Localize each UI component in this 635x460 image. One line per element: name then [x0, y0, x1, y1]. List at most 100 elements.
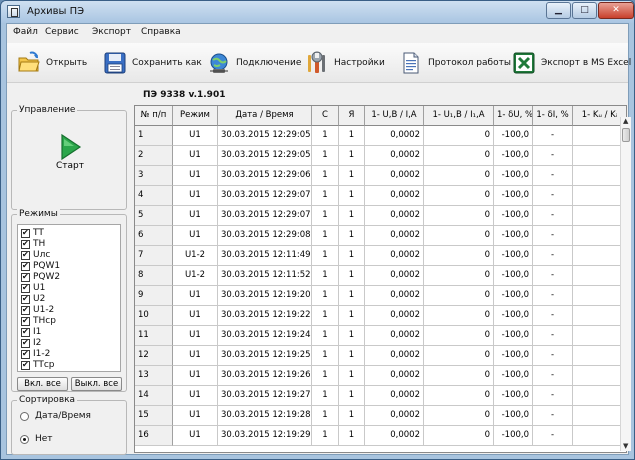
table-cell[interactable]: 0 [424, 206, 494, 226]
minimize-button[interactable]: ▁ [546, 2, 571, 19]
table-cell[interactable]: U1 [173, 326, 218, 346]
table-cell[interactable]: 1 [339, 206, 365, 226]
mode-item[interactable]: U1 [21, 283, 45, 293]
mode-checkbox[interactable] [21, 261, 30, 271]
table-cell[interactable]: 30.03.2015 12:19:27 [218, 386, 312, 406]
table-cell[interactable]: 0,0002 [365, 346, 424, 366]
table-cell[interactable]: 30.03.2015 12:11:52 [218, 266, 312, 286]
table-cell[interactable]: 1 [339, 146, 365, 166]
table-cell[interactable]: 30.03.2015 12:19:24 [218, 326, 312, 346]
table-cell[interactable]: - [533, 186, 573, 206]
table-cell[interactable]: U1 [173, 426, 218, 446]
table-cell[interactable]: 0 [424, 166, 494, 186]
title-bar[interactable]: Архивы ПЭ ▁ □ ✕ [1, 1, 634, 23]
table-cell[interactable]: -100,0 [494, 146, 533, 166]
table-cell[interactable]: - [533, 426, 573, 446]
table-cell[interactable]: -100,0 [494, 286, 533, 306]
table-cell[interactable]: 0 [424, 146, 494, 166]
table-cell[interactable]: U1-2 [173, 246, 218, 266]
mode-checkbox[interactable] [21, 305, 30, 315]
table-cell[interactable]: 30.03.2015 12:29:07 [218, 186, 312, 206]
table-cell[interactable]: U1 [173, 146, 218, 166]
mode-checkbox[interactable] [21, 250, 30, 260]
row-number-cell[interactable]: 16 [135, 426, 173, 446]
mode-item[interactable]: TH [21, 239, 45, 249]
mode-item[interactable]: U1-2 [21, 305, 54, 315]
save-as-button[interactable]: Сохранить как [103, 47, 202, 78]
table-cell[interactable]: 1 [339, 306, 365, 326]
table-cell[interactable]: 0 [424, 286, 494, 306]
select-all-button[interactable]: Вкл. все [17, 377, 68, 391]
row-number-cell[interactable]: 12 [135, 346, 173, 366]
table-cell[interactable]: -100,0 [494, 326, 533, 346]
table-cell[interactable]: 0 [424, 246, 494, 266]
maximize-button[interactable]: □ [572, 2, 597, 19]
table-cell[interactable]: 0 [424, 366, 494, 386]
table-cell[interactable]: -100,0 [494, 226, 533, 246]
row-number-cell[interactable]: 11 [135, 326, 173, 346]
row-number-cell[interactable]: 2 [135, 146, 173, 166]
mode-checkbox[interactable] [21, 316, 30, 326]
table-cell[interactable]: U1-2 [173, 266, 218, 286]
table-cell[interactable]: 1 [312, 126, 339, 146]
table-cell[interactable]: 0,0002 [365, 206, 424, 226]
table-cell[interactable]: 1 [339, 266, 365, 286]
table-cell[interactable]: 0 [424, 186, 494, 206]
table-cell[interactable]: - [533, 326, 573, 346]
table-cell[interactable]: 30.03.2015 12:19:25 [218, 346, 312, 366]
table-cell[interactable] [573, 306, 626, 326]
mode-item[interactable]: I1 [21, 327, 41, 337]
row-number-cell[interactable]: 14 [135, 386, 173, 406]
mode-checkbox[interactable] [21, 239, 30, 249]
table-cell[interactable] [573, 366, 626, 386]
table-cell[interactable]: 0,0002 [365, 186, 424, 206]
protocol-button[interactable]: Протокол работы [399, 47, 511, 78]
close-button[interactable]: ✕ [598, 2, 634, 19]
table-cell[interactable]: U1 [173, 286, 218, 306]
table-cell[interactable]: U1 [173, 366, 218, 386]
mode-item[interactable]: Uлс [21, 250, 50, 260]
table-cell[interactable]: 0,0002 [365, 226, 424, 246]
mode-checkbox[interactable] [21, 294, 30, 304]
mode-item[interactable]: PQW2 [21, 272, 60, 282]
row-number-cell[interactable]: 9 [135, 286, 173, 306]
vertical-scroll-thumb[interactable] [622, 128, 630, 142]
table-cell[interactable]: - [533, 306, 573, 326]
table-cell[interactable]: 0,0002 [365, 326, 424, 346]
table-cell[interactable] [573, 326, 626, 346]
table-cell[interactable]: -100,0 [494, 126, 533, 146]
table-cell[interactable]: 1 [339, 386, 365, 406]
row-number-cell[interactable]: 5 [135, 206, 173, 226]
table-cell[interactable]: 1 [339, 226, 365, 246]
sort-by-date-radio[interactable] [20, 411, 29, 421]
table-cell[interactable]: 1 [339, 366, 365, 386]
sort-none-option[interactable]: Нет [20, 434, 53, 444]
table-cell[interactable]: 30.03.2015 12:11:49 [218, 246, 312, 266]
table-cell[interactable]: - [533, 166, 573, 186]
table-cell[interactable]: 0 [424, 126, 494, 146]
table-cell[interactable]: -100,0 [494, 346, 533, 366]
table-cell[interactable]: - [533, 346, 573, 366]
table-cell[interactable] [573, 266, 626, 286]
sort-none-radio[interactable] [20, 434, 29, 444]
table-cell[interactable]: 30.03.2015 12:19:26 [218, 366, 312, 386]
table-cell[interactable]: 0,0002 [365, 286, 424, 306]
table-cell[interactable] [573, 186, 626, 206]
mode-item[interactable]: THср [21, 316, 56, 326]
table-cell[interactable]: 30.03.2015 12:29:05 [218, 126, 312, 146]
archive-table[interactable]: № п/п Режим Дата / Время С Я 1- U,B / I,A 1- U… [134, 105, 627, 453]
table-cell[interactable]: 0,0002 [365, 406, 424, 426]
table-cell[interactable]: 1 [339, 246, 365, 266]
table-cell[interactable]: 1 [312, 306, 339, 326]
table-cell[interactable]: -100,0 [494, 386, 533, 406]
row-number-cell[interactable]: 8 [135, 266, 173, 286]
table-cell[interactable]: - [533, 386, 573, 406]
export-excel-button[interactable]: Экспорт в MS Excel [512, 47, 631, 78]
table-cell[interactable]: 1 [339, 406, 365, 426]
table-cell[interactable]: 1 [312, 146, 339, 166]
table-cell[interactable]: 0,0002 [365, 146, 424, 166]
mode-checkbox[interactable] [21, 272, 30, 282]
table-cell[interactable] [573, 226, 626, 246]
table-cell[interactable]: 30.03.2015 12:19:28 [218, 406, 312, 426]
table-cell[interactable]: 0 [424, 406, 494, 426]
